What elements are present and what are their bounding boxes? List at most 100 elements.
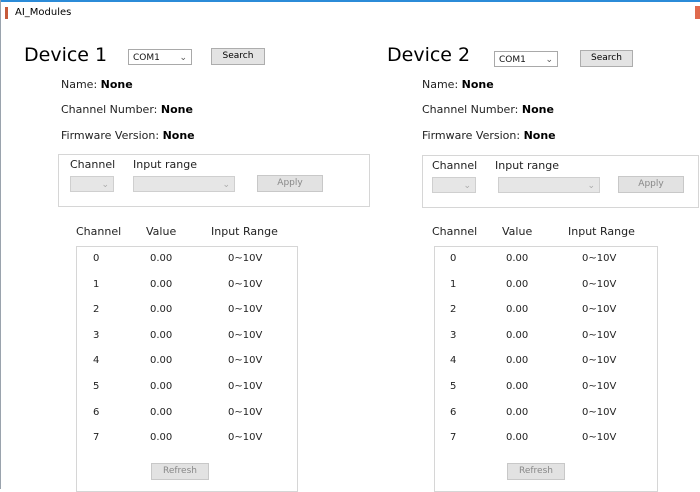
table-row[interactable]: 4 0.00 0~10V (77, 355, 297, 373)
name-label: Name: (422, 78, 459, 91)
device-1-port-value: COM1 (133, 53, 160, 63)
device-2-firmware-value: None (523, 129, 556, 142)
cell-range: 0~10V (582, 381, 617, 392)
cell-ch: 7 (93, 432, 100, 444)
channel-number-label: Channel Number: (422, 103, 519, 116)
device-2-name-row: Name: None (422, 78, 494, 91)
cell-val: 0.00 (150, 355, 173, 367)
channel-number-label: Channel Number: (61, 103, 158, 116)
table-row[interactable]: 1 0.00 0~10V (77, 279, 297, 297)
close-icon[interactable] (695, 6, 700, 19)
cell-val: 0.00 (150, 406, 173, 418)
cell-val: 0.00 (506, 304, 529, 316)
cell-range: 0~10V (228, 329, 263, 341)
device-2-channel-select[interactable]: ⌄ (432, 177, 476, 193)
cell-ch: 4 (93, 355, 100, 367)
table-header-input-range: Input Range (568, 225, 635, 238)
cell-ch: 1 (450, 278, 457, 290)
chevron-down-icon: ⌄ (587, 181, 595, 191)
device-1-name-value: None (100, 78, 133, 91)
app-window: AI_Modules Device 1 COM1 ⌄ Search Name: … (0, 0, 700, 492)
cell-val: 0.00 (506, 329, 529, 341)
table-row[interactable]: 0 0.00 0~10V (77, 253, 297, 271)
cell-range: 0~10V (228, 432, 263, 444)
device-2-config-group: Channel Input range ⌄ ⌄ Apply (422, 155, 699, 208)
device-2-channel-number-value: None (521, 103, 554, 116)
cell-ch: 3 (450, 329, 457, 341)
device-1-channel-number-row: Channel Number: None (61, 103, 193, 116)
cell-ch: 1 (93, 278, 100, 290)
device-1-refresh-button[interactable]: Refresh (151, 463, 209, 480)
cell-ch: 7 (450, 432, 457, 444)
cell-ch: 6 (93, 406, 100, 418)
device-1-search-button[interactable]: Search (211, 48, 265, 65)
cell-val: 0.00 (506, 432, 529, 444)
cell-range: 0~10V (228, 253, 263, 264)
device-2-input-range-select[interactable]: ⌄ (498, 177, 600, 193)
cell-val: 0.00 (150, 329, 173, 341)
table-header-value: Value (502, 225, 533, 238)
table-row[interactable]: 2 0.00 0~10V (77, 304, 297, 322)
cell-range: 0~10V (582, 329, 617, 341)
table-row[interactable]: 5 0.00 0~10V (77, 381, 297, 399)
cell-ch: 5 (93, 381, 100, 392)
table-row[interactable]: 3 0.00 0~10V (77, 330, 297, 348)
cell-range: 0~10V (582, 278, 617, 290)
cell-ch: 5 (450, 381, 457, 392)
device-2-title: Device 2 (387, 44, 471, 66)
channel-label: Channel (70, 158, 116, 171)
table-row[interactable]: 0 0.00 0~10V (435, 253, 657, 271)
cell-ch: 3 (93, 329, 100, 341)
table-row[interactable]: 5 0.00 0~10V (435, 381, 657, 399)
table-header-channel: Channel (76, 225, 122, 238)
name-label: Name: (61, 78, 98, 91)
chevron-down-icon: ⌄ (222, 180, 230, 190)
cell-range: 0~10V (582, 253, 617, 264)
device-2-channel-table: 0 0.00 0~10V 1 0.00 0~10V 2 0.00 0~10V 3 0.00 0~10V… (434, 246, 658, 492)
window-title: AI_Modules (15, 7, 72, 18)
chevron-down-icon: ⌄ (179, 53, 187, 63)
device-2-refresh-button[interactable]: Refresh (507, 463, 565, 480)
cell-ch: 4 (450, 355, 457, 367)
cell-range: 0~10V (582, 304, 617, 316)
device-2-apply-button[interactable]: Apply (618, 176, 684, 193)
table-row[interactable]: 7 0.00 0~10V (435, 432, 657, 450)
table-row[interactable]: 6 0.00 0~10V (435, 407, 657, 425)
table-row[interactable]: 6 0.00 0~10V (77, 407, 297, 425)
cell-val: 0.00 (150, 381, 173, 392)
device-2-port-value: COM1 (499, 55, 526, 65)
table-row[interactable]: 7 0.00 0~10V (77, 432, 297, 450)
table-row[interactable]: 2 0.00 0~10V (435, 304, 657, 322)
cell-val: 0.00 (506, 355, 529, 367)
device-1-firmware-row: Firmware Version: None (61, 129, 195, 142)
device-1-panel: Device 1 COM1 ⌄ Search Name: None Channe… (24, 40, 370, 492)
input-range-label: Input range (495, 159, 559, 172)
device-2-search-button[interactable]: Search (580, 50, 633, 67)
device-1-port-select[interactable]: COM1 ⌄ (128, 49, 192, 65)
cell-val: 0.00 (506, 381, 529, 392)
device-1-apply-button[interactable]: Apply (257, 175, 323, 192)
cell-val: 0.00 (506, 406, 529, 418)
chevron-down-icon: ⌄ (545, 55, 553, 65)
device-2-port-select[interactable]: COM1 ⌄ (494, 51, 558, 67)
title-bar: AI_Modules (1, 0, 700, 22)
cell-range: 0~10V (582, 432, 617, 444)
cell-val: 0.00 (150, 432, 173, 444)
cell-ch: 0 (450, 253, 457, 264)
firmware-version-label: Firmware Version: (422, 129, 521, 142)
input-range-label: Input range (133, 158, 197, 171)
firmware-version-label: Firmware Version: (61, 129, 160, 142)
table-header-channel: Channel (432, 225, 478, 238)
device-1-input-range-select[interactable]: ⌄ (133, 176, 235, 192)
cell-val: 0.00 (150, 253, 173, 264)
cell-val: 0.00 (150, 304, 173, 316)
table-header-input-range: Input Range (211, 225, 278, 238)
table-row[interactable]: 1 0.00 0~10V (435, 279, 657, 297)
table-row[interactable]: 3 0.00 0~10V (435, 330, 657, 348)
app-icon (5, 7, 8, 19)
cell-val: 0.00 (506, 278, 529, 290)
device-1-channel-select[interactable]: ⌄ (70, 176, 114, 192)
cell-ch: 0 (93, 253, 100, 264)
cell-range: 0~10V (582, 406, 617, 418)
table-row[interactable]: 4 0.00 0~10V (435, 355, 657, 373)
